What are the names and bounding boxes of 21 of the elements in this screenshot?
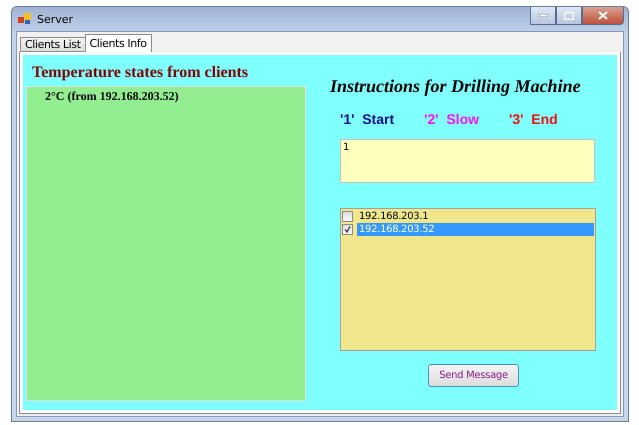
maximize-icon [564, 12, 574, 20]
window-title: Server [37, 12, 74, 26]
tab[interactable]: Clients Info [84, 34, 152, 52]
message-field[interactable]: 1 [340, 139, 595, 183]
temperature-entry: 2°C (from 192.168.203.52) [45, 89, 180, 104]
checkbox[interactable] [342, 211, 353, 222]
maximize-button[interactable] [556, 7, 582, 25]
app-icon [18, 13, 32, 25]
close-button[interactable] [582, 7, 624, 25]
minimize-icon [538, 14, 548, 17]
temperature-heading: Temperature states from clients [32, 64, 250, 82]
checkbox[interactable] [342, 224, 353, 235]
command-legend: '1' Start [340, 111, 394, 127]
tab[interactable]: Clients List [20, 37, 86, 52]
command-legend: '3' End [509, 111, 558, 127]
minimize-button[interactable] [530, 7, 556, 25]
command-legend: '2' Slow [424, 111, 480, 127]
close-icon [598, 11, 608, 20]
send-message-button[interactable]: Send Message [428, 364, 519, 387]
client-item[interactable]: 192.168.203.1 [357, 210, 594, 223]
instructions-title: Instructions for Drilling Machine [330, 76, 581, 97]
